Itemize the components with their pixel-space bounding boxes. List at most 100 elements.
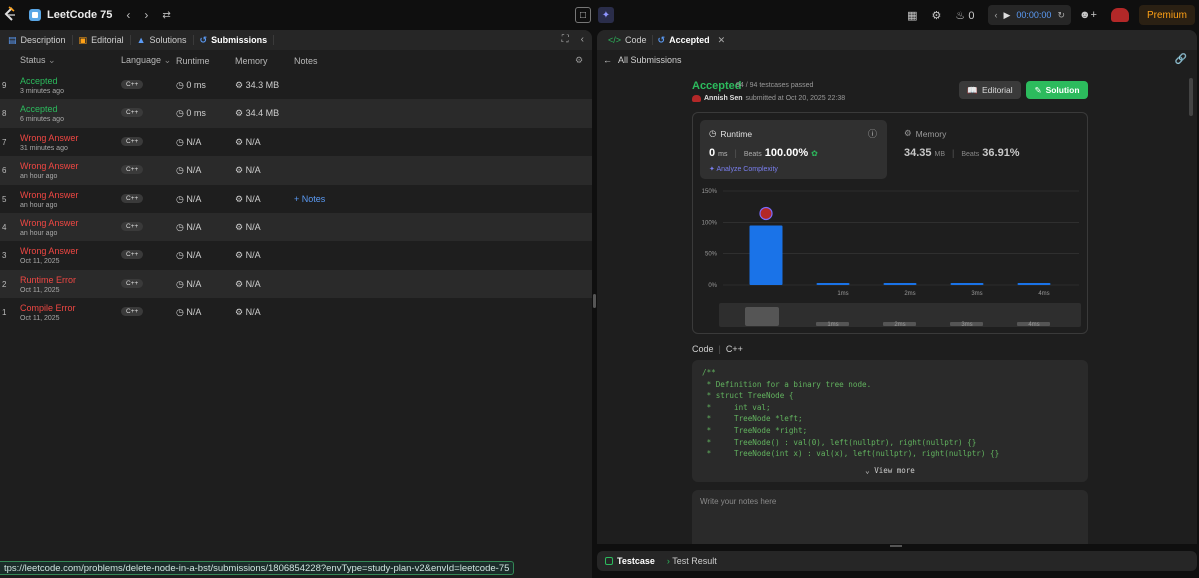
code-label: Code [692,344,714,354]
submission-row[interactable]: 1 Compile Error Oct 11, 2025 C++ ◷ N/A ⚙ N/A [0,298,592,326]
share-link-icon[interactable]: 🔗 [1175,54,1187,65]
clock-icon: ◷ [709,128,717,138]
panel-resize-handle[interactable] [593,294,596,308]
next-problem-icon[interactable]: › [144,8,148,22]
study-plan-badge[interactable]: LeetCode 75 [29,9,112,21]
submission-date: an hour ago [20,173,58,181]
submission-status[interactable]: Accepted [20,104,58,114]
analyze-complexity-link[interactable]: ✦ Analyze Complexity [709,165,778,173]
avatar[interactable] [1110,8,1129,22]
author-name[interactable]: Annish Sen [704,95,743,102]
tab-code[interactable]: </> Code [603,35,653,45]
submission-row[interactable]: 7 Wrong Answer 31 minutes ago C++ ◷ N/A ⚙ N/A [0,128,592,156]
note-icon[interactable]: □ [575,7,591,23]
code-line: * TreeNode *left; [702,414,803,424]
code-line: * Definition for a binary tree node. [702,379,872,389]
layout-grid-icon[interactable]: ▦ [907,9,917,22]
add-notes-button[interactable]: + Notes [294,194,325,204]
submission-status[interactable]: Wrong Answer [20,246,78,256]
detail-tabs: </> Code ↺ Accepted ✕ [597,30,1197,50]
back-link-label: All Submissions [618,55,682,65]
submission-number: 3 [2,251,7,261]
beats-label: Beats [743,151,762,158]
scrollbar[interactable] [1189,78,1193,116]
submission-status[interactable]: Compile Error [20,303,76,313]
tab-label: Accepted [669,35,710,45]
shuffle-icon[interactable]: ⇄ [162,10,170,21]
timer[interactable]: ‹ ▶ 00:00:00 ↻ [988,5,1071,25]
submission-row[interactable]: 8 Accepted 6 minutes ago C++ ◷ 0 ms ⚙ 34.4 MB [0,99,592,128]
submission-status[interactable]: Accepted [20,76,58,86]
tab-accepted[interactable]: ↺ Accepted ✕ [653,35,731,46]
collapse-panel-icon[interactable]: ‹ [581,34,584,45]
tab-description[interactable]: ▤ Description [2,35,73,45]
submission-status[interactable]: Runtime Error [20,275,76,285]
submission-row[interactable]: 5 Wrong Answer an hour ago C++ ◷ N/A ⚙ N/A + N… [0,185,592,213]
maximize-icon[interactable]: ⛶ [562,34,569,45]
editorial-button[interactable]: 📖 Editorial [959,81,1021,99]
tab-label: Solutions [149,35,187,45]
language-column-header[interactable]: Language ⌄ [121,55,171,66]
close-tab-icon[interactable]: ✕ [718,35,726,46]
status-column-header[interactable]: Status ⌄ [20,55,56,66]
solution-button[interactable]: ✎ Solution [1026,81,1088,99]
back-to-all-submissions[interactable]: ← All Submissions 🔗 [597,50,1197,70]
top-bar: LeetCode 75 ‹ › ⇄ □ ✦ ▦ ⚙ ♨ 0 ‹ ▶ 00:00:… [0,0,1199,30]
collapse-timer-icon[interactable]: ‹ [994,10,997,20]
prev-problem-icon[interactable]: ‹ [126,8,130,22]
view-more-button[interactable]: ⌄ View more [692,466,1088,475]
settings-gear-icon[interactable]: ⚙ [932,9,942,22]
runtime-value: 0 ms [186,80,206,90]
memory-value: 34.3 MB [245,80,280,90]
add-user-icon[interactable]: ☻+ [1079,9,1097,21]
submission-number: 4 [2,222,7,232]
runtime-value: N/A [186,307,202,318]
chart-bar [816,283,850,285]
ai-assist-icon[interactable]: ✦ [598,7,614,23]
submission-row[interactable]: 6 Wrong Answer an hour ago C++ ◷ N/A ⚙ N/A [0,156,592,185]
runtime-distribution-chart[interactable]: 150% 100% 50% 0% 1ms 2ms 3ms 4ms 1ms 2ms 3ms 4ms [693,183,1089,331]
submission-row[interactable]: 3 Wrong Answer Oct 11, 2025 C++ ◷ N/A ⚙ N/A [0,241,592,269]
notes-input[interactable]: Write your notes here [692,490,1088,544]
memory-cell: ⚙ N/A [235,194,261,205]
console-tabs: Testcase › Test Result [597,551,1197,571]
submission-date: 3 minutes ago [20,88,64,95]
premium-button[interactable]: Premium [1138,5,1195,25]
editorial-icon: ▣ [78,35,88,45]
user-avatar-marker [759,206,773,221]
code-header: Code | C++ [692,344,743,354]
tab-testcase[interactable]: Testcase [605,556,655,566]
play-icon[interactable]: ▶ [1003,10,1010,21]
tab-editorial[interactable]: ▣ Editorial [73,35,131,45]
tab-submissions[interactable]: ↺ Submissions [194,35,275,45]
memory-beats: 36.91% [982,147,1020,159]
runtime-value: N/A [186,136,202,147]
submission-row[interactable]: 2 Runtime Error Oct 11, 2025 C++ ◷ N/A ⚙ N/A [0,269,592,299]
bottom-resize-handle[interactable] [890,545,902,547]
leaf-icon: ✿ [811,149,818,158]
language-badge: C++ [121,193,144,203]
leetcode-logo-icon[interactable] [3,6,17,24]
submission-status[interactable]: Wrong Answer [20,161,78,171]
runtime-card[interactable]: ◷ Runtime ⓘ 0 ms | Beats 100.00% ✿ ✦ Anal… [700,120,887,179]
submission-row[interactable]: 4 Wrong Answer an hour ago C++ ◷ N/A ⚙ N/A [0,212,592,242]
memory-card[interactable]: ⚙ Memory 34.35 MB | Beats 36.91% [904,120,1074,179]
streak-fire-icon[interactable]: ♨ 0 [955,9,974,22]
column-settings-gear-icon[interactable]: ⚙ [575,55,583,66]
chevron-down-icon: ⌄ [48,55,56,65]
memory-cell: ⚙ 34.4 MB [235,108,279,119]
chart-bar [950,283,984,285]
tab-solutions[interactable]: ▲ Solutions [131,35,194,45]
submission-row[interactable]: 9 Accepted 3 minutes ago C++ ◷ 0 ms ⚙ 34.3 MB [0,71,592,99]
memory-value: N/A [245,307,261,318]
tab-label: Testcase [617,556,655,566]
reset-timer-icon[interactable]: ↻ [1057,10,1065,21]
tab-test-result[interactable]: › Test Result [667,556,717,566]
submission-status[interactable]: Wrong Answer [20,218,78,228]
submission-number: 2 [2,279,7,289]
submission-status[interactable]: Wrong Answer [20,190,78,200]
submission-status[interactable]: Wrong Answer [20,133,78,143]
info-icon[interactable]: ⓘ [868,127,877,140]
code-viewer[interactable]: /** * Definition for a binary tree node.… [692,360,1088,482]
streak-count: 0 [968,9,975,22]
